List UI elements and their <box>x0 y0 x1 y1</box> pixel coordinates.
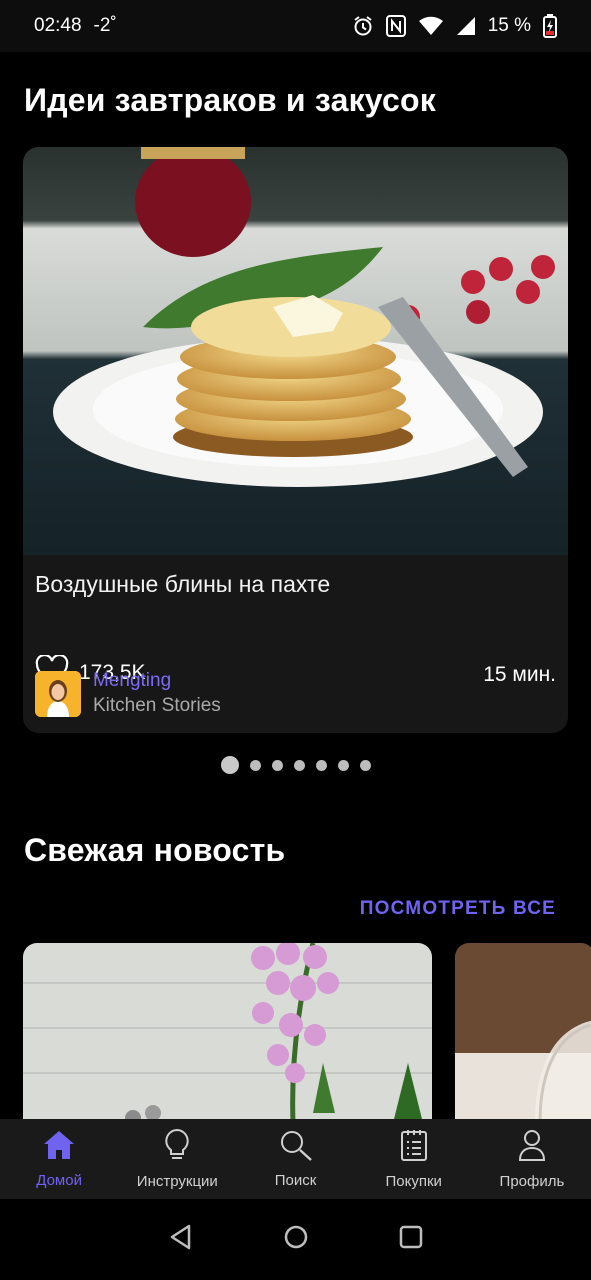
wifi-icon <box>418 16 444 36</box>
avatar <box>35 670 81 717</box>
pager-dot[interactable] <box>359 759 371 771</box>
back-icon[interactable] <box>169 1224 193 1255</box>
shopping-list-icon[interactable] <box>399 1128 429 1167</box>
pager-dots <box>0 756 591 774</box>
battery-charging-icon <box>543 14 557 38</box>
author-company: Kitchen Stories <box>93 695 221 716</box>
pager-dot[interactable] <box>220 756 239 774</box>
author-name[interactable]: Mengting <box>93 670 221 692</box>
nav-label-profile[interactable]: Профиль <box>500 1173 565 1190</box>
news-card[interactable] <box>455 943 591 1123</box>
recents-icon[interactable] <box>399 1225 423 1254</box>
see-all-link[interactable]: ПОСМОТРЕТЬ ВСЕ <box>360 898 556 920</box>
recipe-author[interactable]: Mengting Kitchen Stories <box>35 670 221 717</box>
nav-item-shopping[interactable]: Покупки <box>355 1119 473 1199</box>
pager-dot[interactable] <box>293 759 305 771</box>
nav-item-search[interactable]: Поиск <box>236 1119 354 1199</box>
author-text: Mengting Kitchen Stories <box>93 670 221 717</box>
nav-label-instructions[interactable]: Инструкции <box>137 1173 218 1190</box>
battery-text: 15 % <box>487 15 531 36</box>
status-time: 02:48 <box>34 15 82 36</box>
home-circle-icon[interactable] <box>283 1224 309 1255</box>
signal-icon <box>456 16 476 36</box>
nav-label-home[interactable]: Домой <box>36 1172 82 1189</box>
search-icon[interactable] <box>279 1129 313 1166</box>
status-right: 15 % <box>352 14 557 38</box>
system-nav-bar <box>0 1199 591 1280</box>
section-title-news: Свежая новость <box>24 832 286 868</box>
section-title-breakfast: Идеи завтраков и закусок <box>24 82 436 118</box>
nav-label-shopping[interactable]: Покупки <box>386 1173 442 1190</box>
status-bar: 02:48 -2˚ 15 % <box>0 0 591 52</box>
nfc-icon <box>385 15 406 37</box>
pager-dot[interactable] <box>315 759 327 771</box>
alarm-icon <box>352 15 374 37</box>
recipe-duration: 15 мин. <box>483 663 556 686</box>
news-image-glass <box>455 943 591 1123</box>
pager-dot[interactable] <box>249 759 261 771</box>
nav-item-instructions[interactable]: Инструкции <box>118 1119 236 1199</box>
news-image-flowers <box>23 943 432 1123</box>
home-icon[interactable] <box>42 1129 76 1166</box>
pager-dot[interactable] <box>337 759 349 771</box>
recipe-title[interactable]: Воздушные блины на пахте <box>35 571 330 598</box>
nav-label-search[interactable]: Поиск <box>275 1172 317 1189</box>
status-temperature: -2˚ <box>93 15 117 36</box>
pager-dot[interactable] <box>271 759 283 771</box>
status-left: 02:48 -2˚ <box>34 15 117 37</box>
nav-item-profile[interactable]: Профиль <box>473 1119 591 1199</box>
bottom-nav: Домой Инструкции Поиск Покупки Профиль <box>0 1119 591 1199</box>
recipe-card[interactable]: 173,5K 15 мин. Воздушные блины на пахте … <box>23 147 568 733</box>
lightbulb-icon[interactable] <box>162 1128 192 1167</box>
nav-item-home[interactable]: Домой <box>0 1119 118 1199</box>
news-card[interactable] <box>23 943 432 1123</box>
profile-icon[interactable] <box>517 1128 547 1167</box>
recipe-image-pancakes <box>23 147 568 555</box>
